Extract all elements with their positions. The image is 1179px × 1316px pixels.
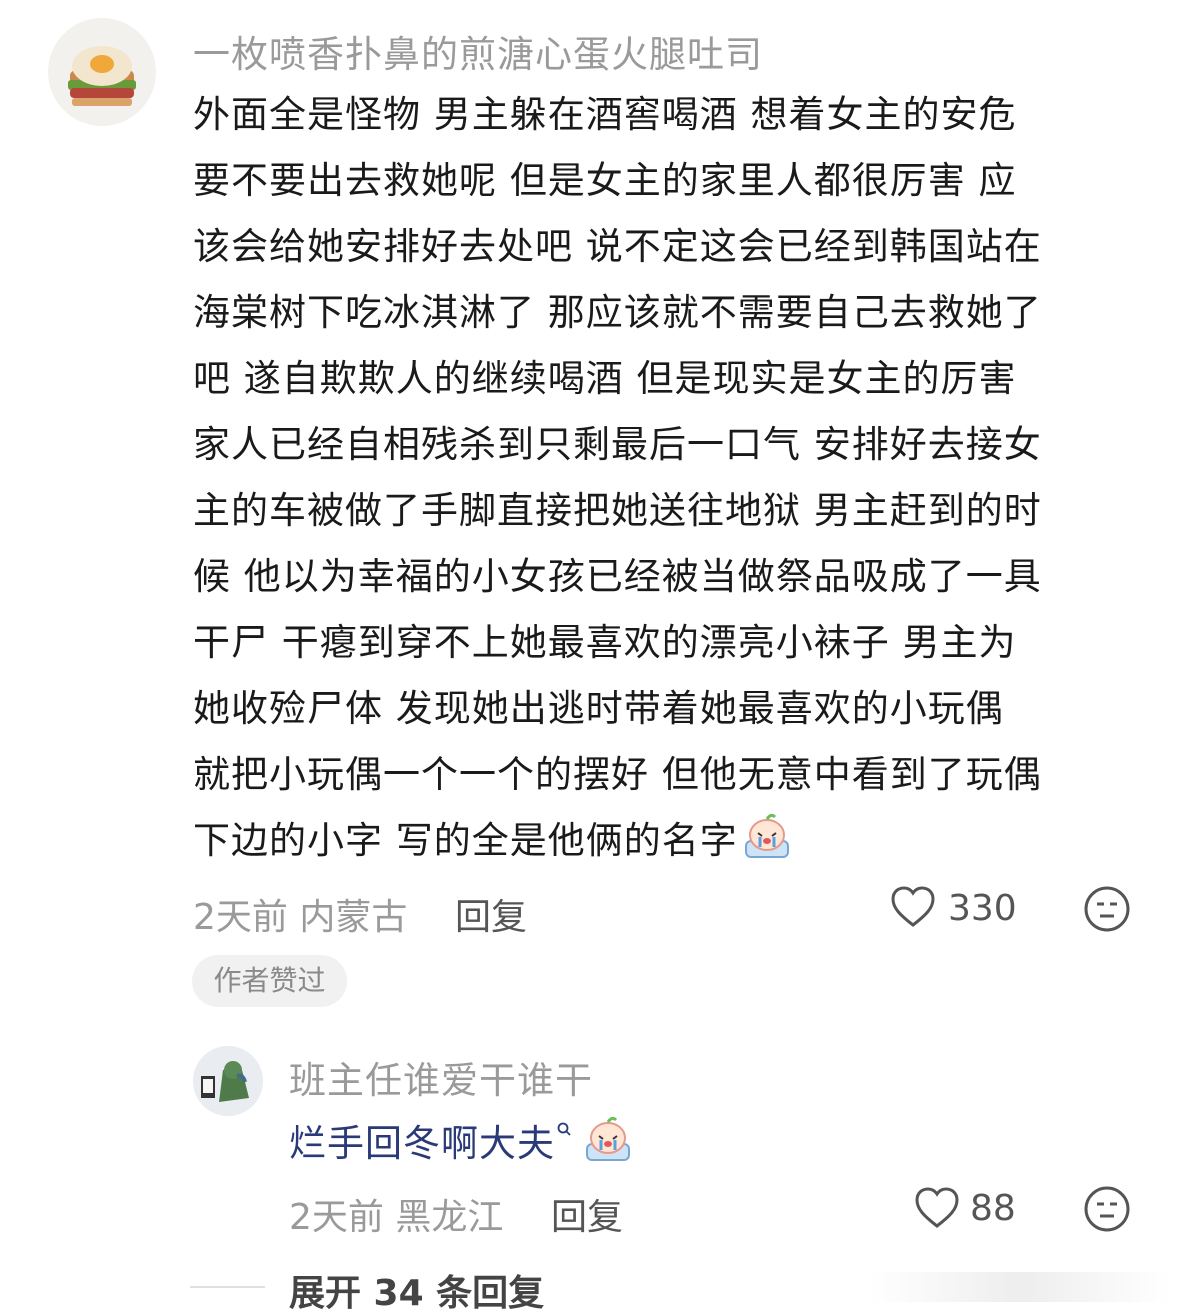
heart-icon — [915, 1187, 959, 1228]
neutral-face-icon — [1084, 886, 1130, 932]
comment-line: 她收殓尸体 发现她出逃时带着她最喜欢的小玩偶 — [193, 687, 1004, 730]
toast-avatar-image — [68, 46, 136, 106]
comment-line: 外面全是怪物 男主躲在酒窖喝酒 想着女主的安危 — [193, 93, 1017, 136]
dislike-button[interactable] — [1083, 1185, 1131, 1233]
reply-text-content: 烂手回冬啊大夫 — [289, 1122, 555, 1165]
comment-meta: 2天前 内蒙古 — [193, 888, 407, 940]
reply-text: 烂手回冬啊大夫 — [289, 1112, 635, 1167]
divider — [190, 1286, 265, 1288]
comment-line: 要不要出去救她呢 但是女主的家里人都很厉害 应 — [193, 159, 1017, 202]
comment-line: 下边的小字 写的全是他俩的名字 — [193, 819, 738, 862]
author-liked-badge: 作者赞过 — [192, 955, 347, 1007]
like-count: 330 — [948, 888, 1017, 929]
comment-text: 外面全是怪物 男主躲在酒窖喝酒 想着女主的安危 要不要出去救她呢 但是女主的家里… — [193, 82, 1138, 874]
username[interactable]: 班主任谁爱干谁干 — [289, 1050, 593, 1104]
like-count: 88 — [970, 1188, 1016, 1229]
comment-line-last: 下边的小字 写的全是他俩的名字 — [193, 808, 1138, 874]
avatar[interactable] — [193, 1046, 263, 1116]
comment-line: 吧 遂自欺欺人的继续喝酒 但是现实是女主的厉害 — [193, 357, 1017, 400]
username[interactable]: 一枚喷香扑鼻的煎溏心蛋火腿吐司 — [193, 24, 763, 78]
comment-line: 该会给她安排好去处吧 说不定这会已经到韩国站在 — [193, 225, 1042, 268]
comment-line: 主的车被做了手脚直接把她送往地狱 男主赶到的时 — [193, 489, 1042, 532]
comment-line: 就把小玩偶一个一个的摆好 但他无意中看到了玩偶 — [193, 753, 1042, 796]
crying-emoji-icon — [744, 813, 789, 858]
watermark-fade — [870, 1272, 1170, 1302]
neutral-face-icon — [1084, 1186, 1130, 1232]
like-button[interactable] — [914, 1186, 960, 1230]
comment-line: 候 他以为幸福的小女孩已经被当做祭品吸成了一具 — [193, 555, 1042, 598]
reply-button[interactable]: 回复 — [455, 888, 527, 940]
reply-location: 黑龙江 — [395, 1197, 504, 1238]
avatar[interactable] — [48, 18, 156, 126]
comment-line: 干尸 干瘪到穿不上她最喜欢的漂亮小袜子 男主为 — [193, 621, 1017, 664]
crying-emoji-icon — [586, 1116, 630, 1161]
comment-line: 海棠树下吃冰淇淋了 那应该就不需要自己去救她了 — [193, 291, 1042, 334]
comment-location: 内蒙古 — [299, 897, 408, 938]
comment-time: 2天前 — [193, 897, 288, 938]
figurine-avatar-image — [193, 1046, 263, 1116]
like-button[interactable] — [890, 885, 936, 929]
reply-button[interactable]: 回复 — [551, 1188, 623, 1240]
expand-replies-button[interactable]: 展开 34 条回复 — [289, 1264, 544, 1316]
search-icon[interactable] — [557, 1122, 571, 1142]
reply-time: 2天前 — [289, 1197, 384, 1238]
reply-meta: 2天前 黑龙江 — [289, 1188, 503, 1240]
comment-line: 家人已经自相残杀到只剩最后一口气 安排好去接女 — [193, 423, 1042, 466]
heart-icon — [891, 886, 935, 927]
dislike-button[interactable] — [1083, 885, 1131, 933]
